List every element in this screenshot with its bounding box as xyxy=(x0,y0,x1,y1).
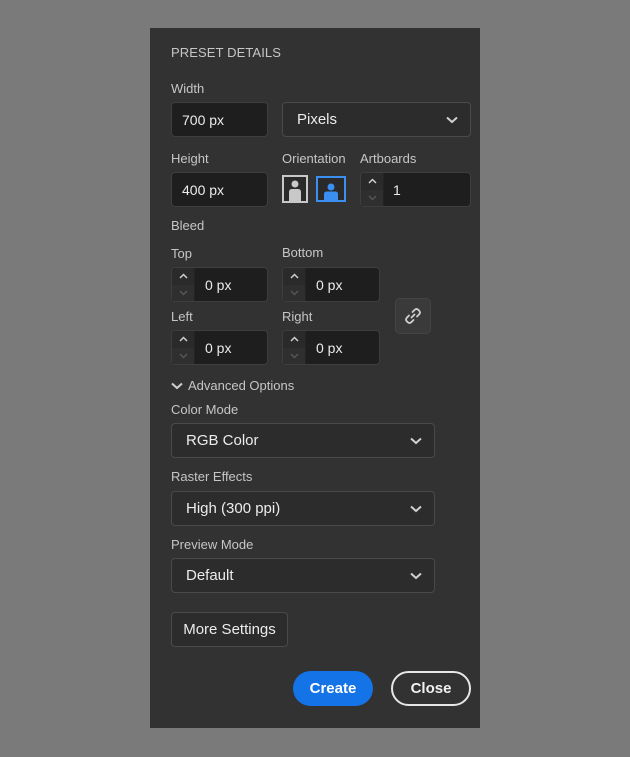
height-value: 400 px xyxy=(182,181,225,198)
chevron-down-icon xyxy=(289,353,299,359)
chevron-down-icon xyxy=(410,505,422,512)
bleed-top-label: Top xyxy=(171,246,192,261)
chevron-up-icon xyxy=(178,273,188,279)
bleed-left-value: 0 px xyxy=(205,339,232,356)
raster-effects-dropdown[interactable]: High (300 ppi) xyxy=(171,491,435,526)
units-selected: Pixels xyxy=(297,111,338,128)
bleed-top-decrement[interactable] xyxy=(172,284,194,301)
bleed-right-stepper[interactable] xyxy=(283,331,306,364)
portrait-person-icon xyxy=(289,180,301,201)
width-value: 700 px xyxy=(182,111,225,128)
bleed-left-decrement[interactable] xyxy=(172,347,194,364)
chevron-down-icon xyxy=(178,353,188,359)
chevron-up-icon xyxy=(367,178,377,184)
artboards-value: 1 xyxy=(393,181,401,198)
artboards-stepper[interactable] xyxy=(361,173,384,206)
chevron-down-icon xyxy=(410,572,422,579)
chevron-up-icon xyxy=(289,336,299,342)
bleed-left-stepper[interactable] xyxy=(172,331,195,364)
bleed-left-increment[interactable] xyxy=(172,331,194,348)
chevron-down-icon xyxy=(178,290,188,296)
preset-details-panel: PRESET DETAILS Width 700 px Pixels Heigh… xyxy=(150,28,480,728)
bleed-top-input[interactable]: 0 px xyxy=(171,267,268,302)
height-input[interactable]: 400 px xyxy=(171,172,268,207)
bleed-bottom-increment[interactable] xyxy=(283,268,305,285)
orientation-portrait-button[interactable] xyxy=(282,175,308,203)
color-mode-label: Color Mode xyxy=(171,402,239,417)
artboards-decrement[interactable] xyxy=(361,189,383,206)
bleed-right-decrement[interactable] xyxy=(283,347,305,364)
artboards-increment[interactable] xyxy=(361,173,383,190)
landscape-person-icon xyxy=(324,183,338,200)
bleed-label: Bleed xyxy=(171,218,205,233)
height-label: Height xyxy=(171,151,209,166)
color-mode-dropdown[interactable]: RGB Color xyxy=(171,423,435,458)
bleed-right-input[interactable]: 0 px xyxy=(282,330,380,365)
chevron-down-icon xyxy=(367,195,377,201)
bleed-bottom-decrement[interactable] xyxy=(283,284,305,301)
advanced-options-label: Advanced Options xyxy=(188,378,295,393)
close-button[interactable]: Close xyxy=(391,671,471,706)
panel-title: PRESET DETAILS xyxy=(171,45,282,60)
bleed-right-value: 0 px xyxy=(316,339,343,356)
orientation-label: Orientation xyxy=(282,151,346,166)
preview-mode-label: Preview Mode xyxy=(171,537,254,552)
create-button[interactable]: Create xyxy=(293,671,373,706)
bleed-left-label: Left xyxy=(171,309,193,324)
chevron-down-icon xyxy=(410,437,422,444)
units-dropdown[interactable]: Pixels xyxy=(282,102,471,137)
width-label: Width xyxy=(171,81,205,96)
advanced-options-toggle[interactable]: Advanced Options xyxy=(171,378,294,393)
link-icon xyxy=(405,308,421,324)
raster-effects-selected: High (300 ppi) xyxy=(186,500,281,517)
bleed-right-label: Right xyxy=(282,309,313,324)
bleed-left-input[interactable]: 0 px xyxy=(171,330,268,365)
orientation-landscape-button[interactable] xyxy=(316,176,346,202)
preview-mode-selected: Default xyxy=(186,567,234,584)
chevron-down-icon xyxy=(171,382,183,389)
bleed-top-stepper[interactable] xyxy=(172,268,195,301)
link-bleed-button[interactable] xyxy=(395,298,431,334)
bleed-bottom-input[interactable]: 0 px xyxy=(282,267,380,302)
artboards-label: Artboards xyxy=(360,151,417,166)
preview-mode-dropdown[interactable]: Default xyxy=(171,558,435,593)
bleed-top-increment[interactable] xyxy=(172,268,194,285)
artboards-input[interactable]: 1 xyxy=(360,172,471,207)
more-settings-button[interactable]: More Settings xyxy=(171,612,288,647)
chevron-down-icon xyxy=(446,116,458,123)
bleed-bottom-label: Bottom xyxy=(282,245,324,260)
raster-effects-label: Raster Effects xyxy=(171,469,253,484)
bleed-bottom-value: 0 px xyxy=(316,276,343,293)
bleed-top-value: 0 px xyxy=(205,276,232,293)
chevron-up-icon xyxy=(289,273,299,279)
chevron-up-icon xyxy=(178,336,188,342)
color-mode-selected: RGB Color xyxy=(186,432,259,449)
bleed-right-increment[interactable] xyxy=(283,331,305,348)
width-input[interactable]: 700 px xyxy=(171,102,268,137)
chevron-down-icon xyxy=(289,290,299,296)
bleed-bottom-stepper[interactable] xyxy=(283,268,306,301)
